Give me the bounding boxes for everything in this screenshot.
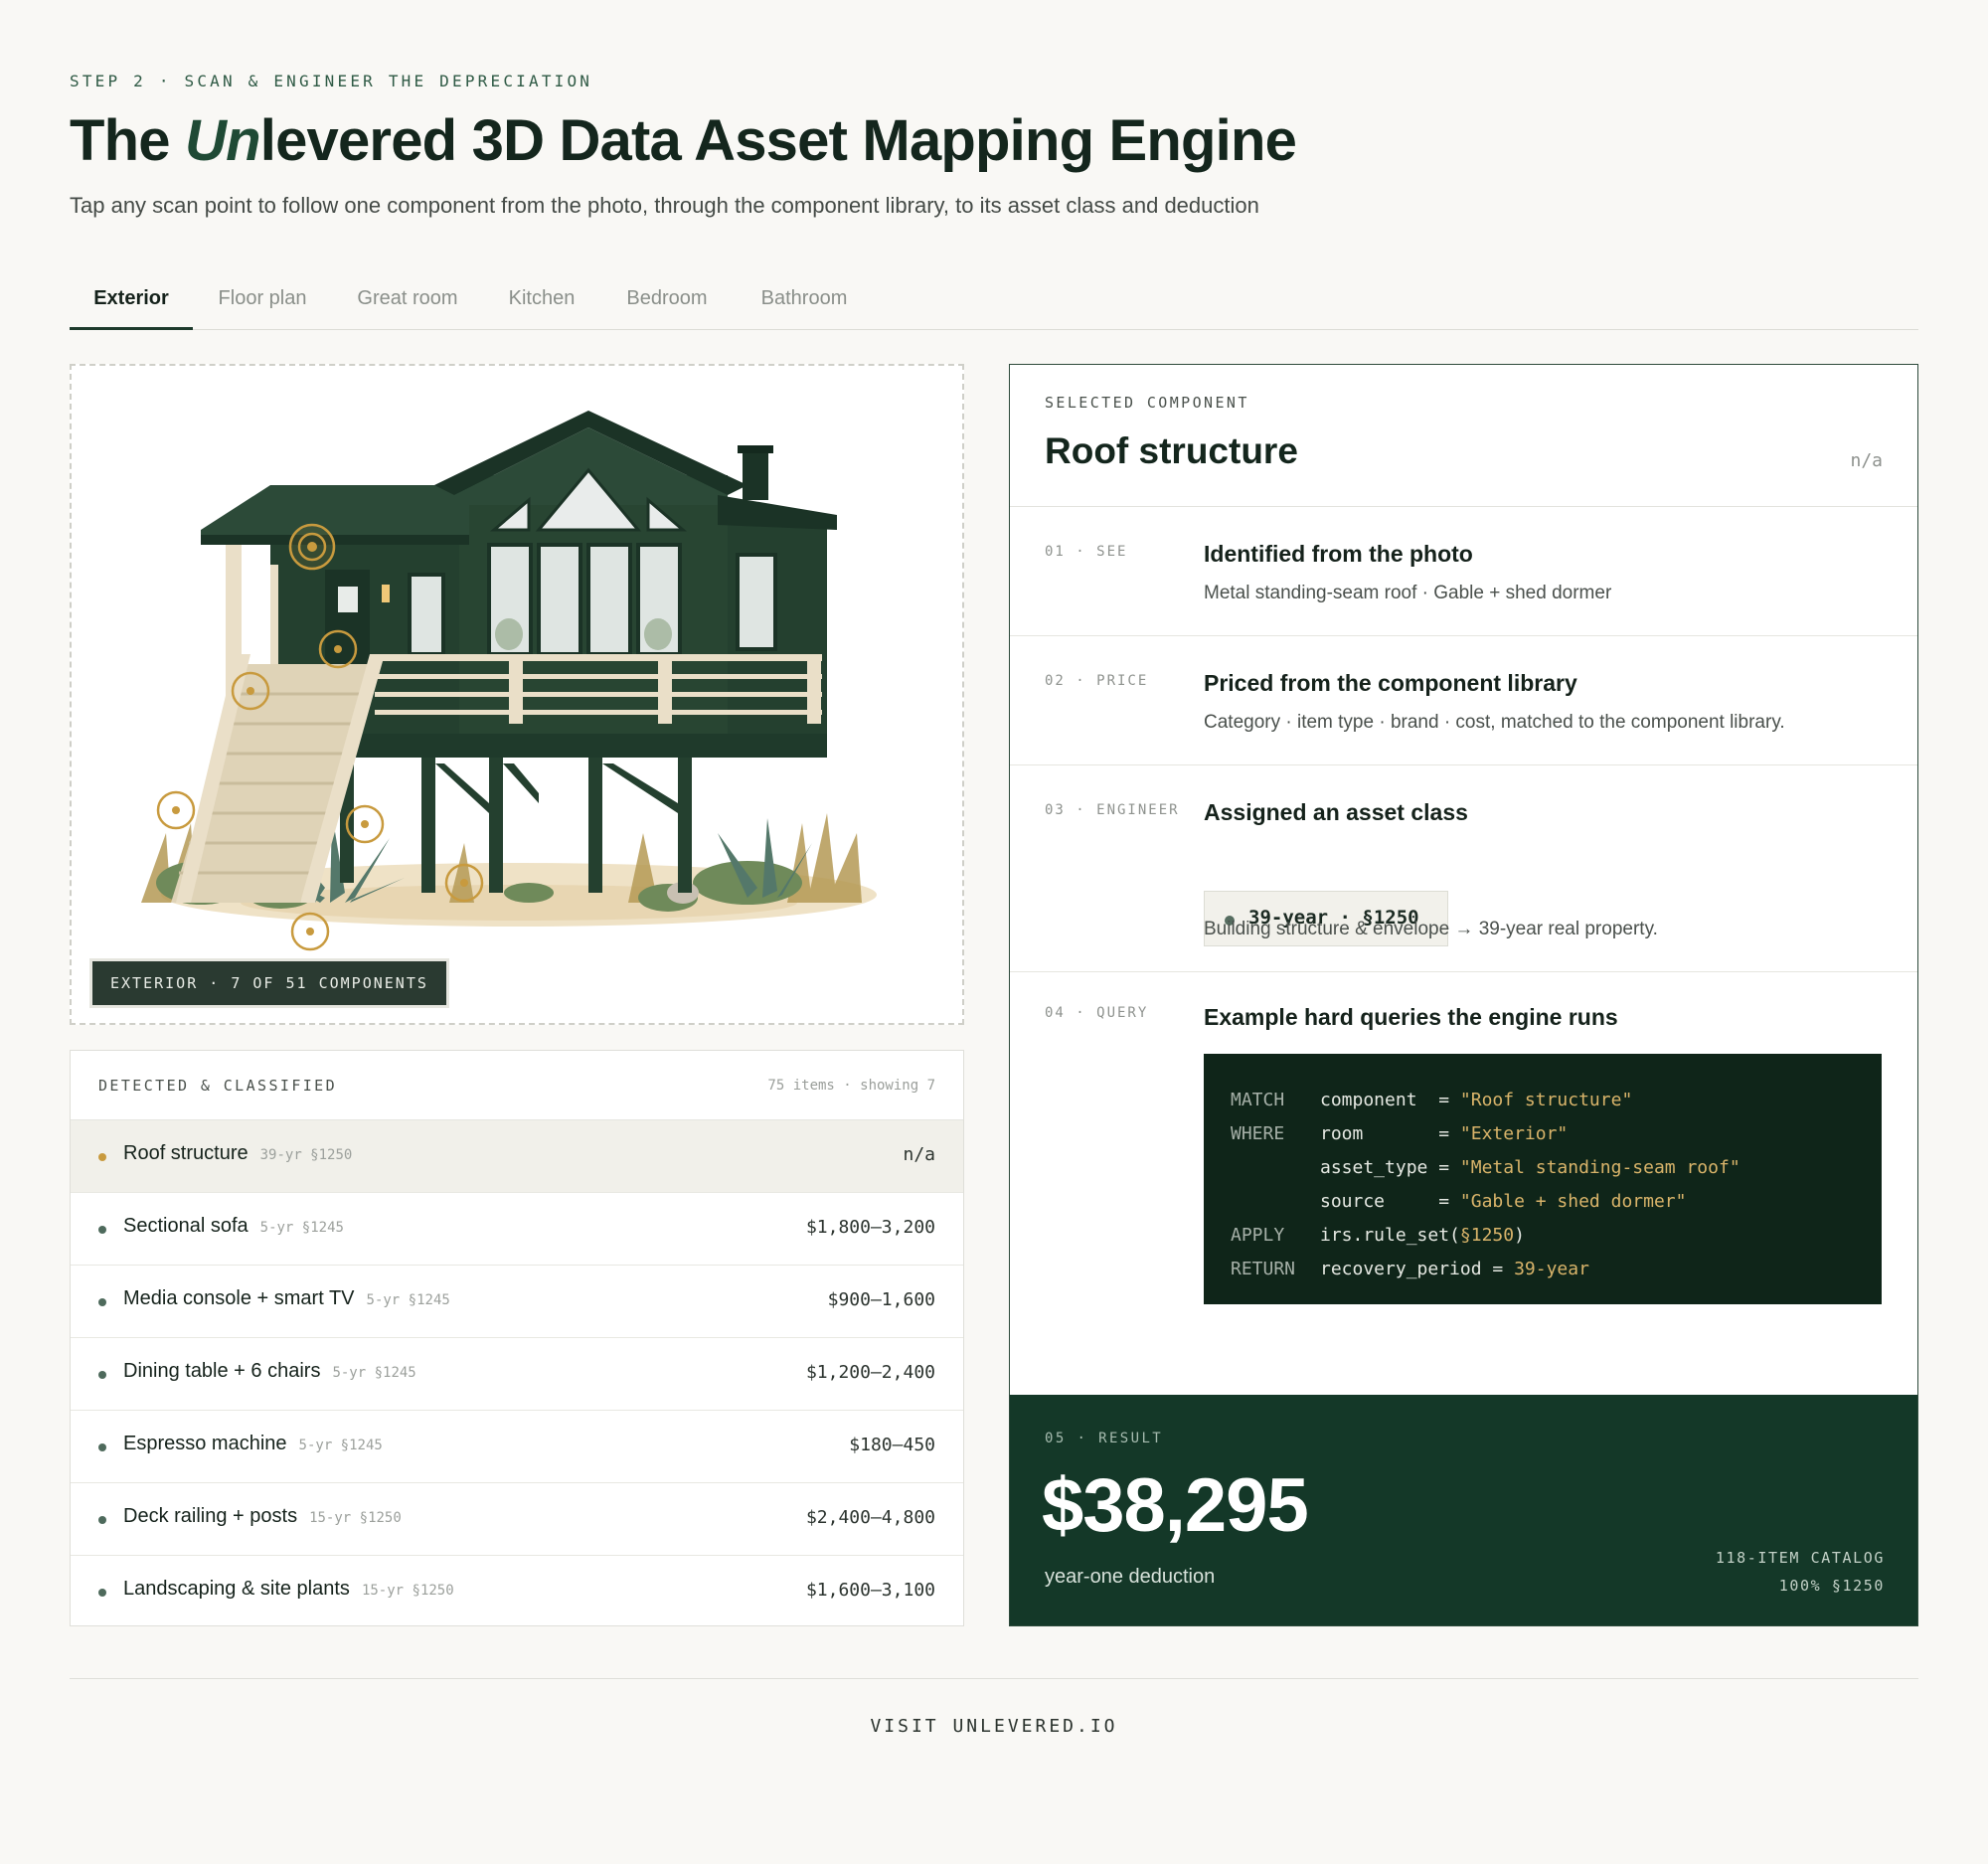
list-item-dining-table[interactable]: Dining table + 6 chairs 5-yr §1245 $1,200… [71, 1338, 963, 1411]
detected-label: DETECTED & CLASSIFIED [98, 1077, 338, 1095]
item-price: $900–1,600 [827, 1289, 935, 1310]
step-desc: Category · item type · brand · cost, mat… [1204, 712, 1785, 733]
title-rest: levered 3D Data Asset Mapping Engine [259, 108, 1297, 173]
component-name: Roof structure [1045, 430, 1298, 471]
item-price: $1,800–3,200 [805, 1217, 935, 1238]
step-number: 04 · QUERY [1045, 1005, 1149, 1021]
item-class: 5-yr §1245 [332, 1365, 416, 1381]
deduction-label: year-one deduction [1045, 1566, 1216, 1588]
item-class: 15-yr §1250 [361, 1583, 454, 1599]
house-illustration [141, 411, 877, 951]
step-number: 03 · ENGINEER [1045, 802, 1180, 818]
status-dot [98, 1589, 106, 1597]
page-subtitle: Tap any scan point to follow one compone… [70, 193, 1259, 218]
result-panel: 05 · RESULT $38,295 year-one deduction 1… [1010, 1395, 1917, 1625]
footer-divider [70, 1678, 1918, 1679]
step-eyebrow: STEP 2 · SCAN & ENGINEER THE DEPRECIATIO… [70, 72, 593, 90]
code-line: source = "Gable + shed dormer" [1320, 1191, 1687, 1212]
status-dot [98, 1298, 106, 1306]
step-title: Example hard queries the engine runs [1204, 1004, 1618, 1030]
catalog-info: 118-ITEM CATALOG 100% §1250 [1716, 1544, 1885, 1600]
status-dot [98, 1443, 106, 1451]
visit-link[interactable]: VISIT UNLEVERED.IO [0, 1716, 1988, 1737]
list-item-sectional-sofa[interactable]: Sectional sofa 5-yr §1245 $1,800–3,200 [71, 1193, 963, 1266]
item-price: $1,600–3,100 [805, 1580, 935, 1601]
item-price: $180–450 [849, 1435, 935, 1455]
step-query: 04 · QUERY Example hard queries the engi… [1010, 972, 1917, 1395]
title-brand-italic: Un [185, 108, 261, 173]
tab-kitchen[interactable]: Kitchen [483, 266, 600, 330]
page-title: The Unlevered 3D Data Asset Mapping Engi… [70, 107, 1297, 174]
scan-image-panel: EXTERIOR · 7 OF 51 COMPONENTS [70, 364, 964, 1025]
selected-component-panel: SELECTED COMPONENT Roof structure n/a 01… [1009, 364, 1918, 1626]
item-name: Deck railing + posts 15-yr §1250 [123, 1505, 402, 1527]
item-class: 5-yr §1245 [259, 1220, 344, 1236]
tab-exterior[interactable]: Exterior [70, 266, 193, 330]
list-item-landscaping[interactable]: Landscaping & site plants 15-yr §1250 $1,… [71, 1556, 963, 1628]
step-see: 01 · SEE Identified from the photo Metal… [1010, 507, 1917, 636]
status-dot [98, 1516, 106, 1524]
step-title: Assigned an asset class [1204, 799, 1468, 825]
deduction-amount: $38,295 [1042, 1463, 1309, 1548]
code-line: WHERE room = "Exterior" [1231, 1123, 1569, 1144]
detected-list: DETECTED & CLASSIFIED 75 items · showing… [70, 1050, 964, 1626]
list-item-deck-railing[interactable]: Deck railing + posts 15-yr §1250 $2,400–4… [71, 1483, 963, 1556]
step-title: Priced from the component library [1204, 670, 1577, 696]
item-name: Landscaping & site plants 15-yr §1250 [123, 1578, 454, 1600]
tab-bedroom[interactable]: Bedroom [600, 266, 734, 330]
detected-count: 75 items · showing 7 [767, 1078, 935, 1094]
step-title: Identified from the photo [1204, 541, 1473, 567]
item-name: Sectional sofa 5-yr §1245 [123, 1215, 344, 1237]
item-class: 5-yr §1245 [366, 1292, 450, 1308]
step-engineer: 03 · ENGINEER Assigned an asset class 39… [1010, 765, 1917, 972]
title-prefix: The [70, 108, 186, 173]
status-dot [98, 1226, 106, 1234]
code-line: RETURN recovery_period = 39-year [1231, 1259, 1589, 1279]
code-line: APPLY irs.rule_set(§1250) [1231, 1225, 1525, 1246]
step-number: 02 · PRICE [1045, 673, 1149, 689]
code-line: MATCH component = "Roof structure" [1231, 1090, 1633, 1110]
item-name: Roof structure 39-yr §1250 [123, 1142, 353, 1164]
step-price: 02 · PRICE Priced from the component lib… [1010, 636, 1917, 765]
tab-bathroom[interactable]: Bathroom [734, 266, 875, 330]
status-dot [98, 1371, 106, 1379]
item-price: $2,400–4,800 [805, 1507, 935, 1528]
component-header: SELECTED COMPONENT Roof structure n/a [1010, 365, 1917, 507]
catalog-count: 118-ITEM CATALOG [1715, 1549, 1885, 1567]
room-tabs: Exterior Floor plan Great room Kitchen B… [70, 266, 1918, 330]
item-class: 5-yr §1245 [298, 1438, 383, 1453]
code-line: asset_type = "Metal standing-seam roof" [1320, 1157, 1740, 1178]
detected-header: DETECTED & CLASSIFIED 75 items · showing… [71, 1051, 963, 1120]
image-component-tag: EXTERIOR · 7 OF 51 COMPONENTS [89, 958, 449, 1008]
list-item-media-console[interactable]: Media console + smart TV 5-yr §1245 $900–… [71, 1266, 963, 1338]
component-label: SELECTED COMPONENT [1045, 394, 1249, 412]
step-number: 01 · SEE [1045, 544, 1128, 560]
item-price: $1,200–2,400 [805, 1362, 935, 1383]
tab-great-room[interactable]: Great room [332, 266, 483, 330]
query-code-block: MATCH component = "Roof structure" WHERE r… [1204, 1054, 1882, 1304]
item-class: 15-yr §1250 [309, 1510, 402, 1526]
catalog-percent: 100% §1250 [1778, 1577, 1885, 1595]
item-name: Espresso machine 5-yr §1245 [123, 1433, 383, 1454]
step-desc: Building structure & envelope → 39-year … [1204, 919, 1658, 939]
item-name: Media console + smart TV 5-yr §1245 [123, 1287, 450, 1309]
item-name: Dining table + 6 chairs 5-yr §1245 [123, 1360, 416, 1382]
list-item-espresso-machine[interactable]: Espresso machine 5-yr §1245 $180–450 [71, 1411, 963, 1483]
step-desc: Metal standing-seam roof · Gable + shed … [1204, 583, 1612, 603]
component-price: n/a [1850, 450, 1883, 471]
item-price: n/a [903, 1144, 935, 1165]
item-class: 39-yr §1250 [259, 1147, 353, 1163]
status-dot [98, 1153, 106, 1161]
list-item-roof-structure[interactable]: Roof structure 39-yr §1250 n/a [71, 1120, 963, 1193]
tab-floor-plan[interactable]: Floor plan [193, 266, 332, 330]
result-step-number: 05 · RESULT [1045, 1431, 1164, 1446]
